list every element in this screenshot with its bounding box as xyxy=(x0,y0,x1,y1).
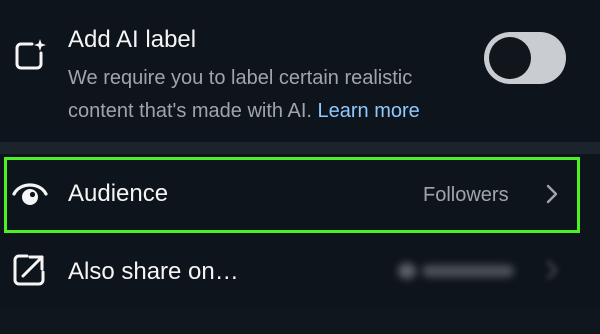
ai-label-title: Add AI label xyxy=(68,26,197,53)
ai-label-toggle[interactable] xyxy=(484,32,566,84)
also-share-label: Also share on… xyxy=(68,258,239,285)
learn-more-link[interactable]: Learn more xyxy=(318,100,420,122)
audience-value: Followers xyxy=(423,184,509,206)
post-settings-screen: Add AI label We require you to label cer… xyxy=(0,0,600,334)
ai-label-description: We require you to label certain realisti… xyxy=(68,62,468,128)
toggle-knob xyxy=(489,37,531,79)
chevron-right-icon xyxy=(546,184,558,204)
eye-icon xyxy=(12,183,48,205)
ai-sparkle-square-icon xyxy=(15,39,46,70)
share-arrow-icon xyxy=(13,254,45,286)
blurred-account-avatar xyxy=(398,263,416,279)
chevron-right-icon xyxy=(546,260,558,280)
bottom-divider xyxy=(0,307,600,334)
blurred-account-name xyxy=(422,265,514,277)
audience-label: Audience xyxy=(68,180,169,207)
section-divider xyxy=(0,142,600,154)
blurred-account-value xyxy=(398,260,520,282)
